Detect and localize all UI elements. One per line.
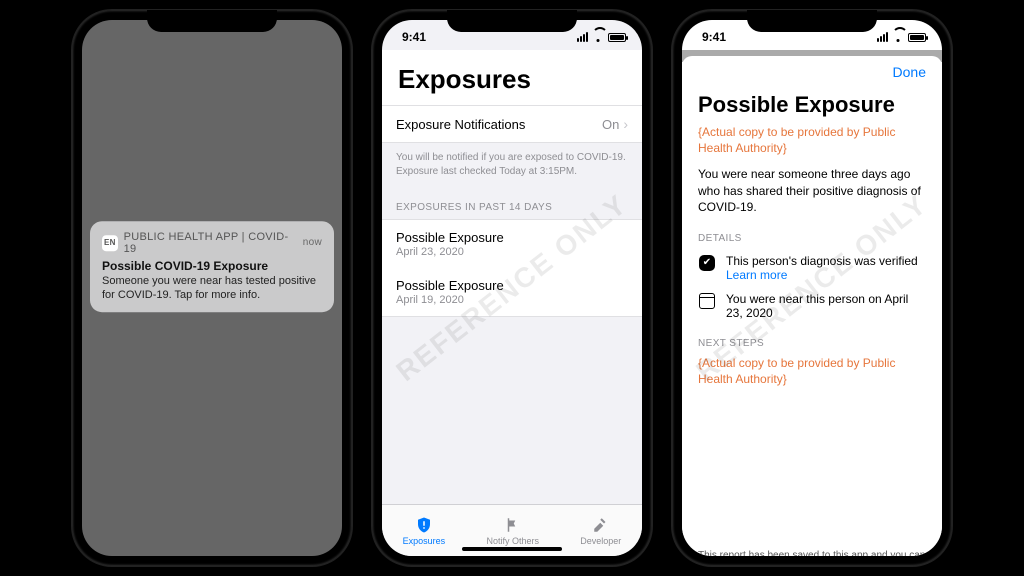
list-item-date: April 23, 2020	[396, 246, 464, 258]
calendar-icon	[699, 293, 715, 309]
detail-date-text: You were near this person on April 23, 2…	[726, 292, 926, 320]
modal-sheet: Done Possible Exposure {Actual copy to b…	[682, 56, 942, 556]
tab-notify-others[interactable]: Notify Others	[486, 516, 539, 546]
saved-note: This report has been saved to this app a…	[698, 537, 926, 556]
detail-verified-text: This person's diagnosis was verified	[726, 254, 918, 268]
exposure-list: Possible Exposure April 23, 2020 Possibl…	[382, 219, 642, 317]
learn-more-link[interactable]: Learn more	[726, 268, 918, 282]
tab-developer[interactable]: Developer	[580, 516, 621, 546]
signal-bars-icon	[577, 32, 588, 42]
list-item-title: Possible Exposure	[396, 278, 504, 293]
placeholder-copy-next: {Actual copy to be provided by Public He…	[698, 355, 926, 387]
shield-alert-icon	[415, 516, 433, 534]
notch	[447, 10, 577, 32]
exposure-list-item[interactable]: Possible Exposure April 19, 2020	[382, 268, 642, 317]
battery-icon	[608, 33, 626, 42]
phone-lockscreen: EN PUBLIC HEALTH APP | COVID-19 now Poss…	[72, 10, 352, 566]
exposure-list-item[interactable]: Possible Exposure April 23, 2020	[382, 219, 642, 269]
wifi-icon	[592, 31, 604, 43]
hammer-icon	[592, 516, 610, 534]
section-header-past-14: EXPOSURES IN PAST 14 DAYS	[382, 186, 642, 219]
notification-timestamp: now	[303, 237, 322, 248]
tab-label: Developer	[580, 536, 621, 546]
section-header-next-steps: NEXT STEPS	[698, 338, 926, 349]
list-item-date: April 19, 2020	[396, 294, 464, 306]
verified-badge-icon: ✔	[699, 255, 715, 271]
signal-bars-icon	[877, 32, 888, 42]
notification-body: Someone you were near has tested positiv…	[102, 274, 322, 303]
notification-app-icon: EN	[102, 235, 118, 251]
detail-body: You were near someone three days ago who…	[698, 166, 926, 215]
chevron-right-icon: ›	[623, 116, 628, 132]
phone-exposures-list: 9:41 Exposures Exposure Notifications On…	[372, 10, 652, 566]
list-item-title: Possible Exposure	[396, 230, 504, 245]
notification-header: EN PUBLIC HEALTH APP | COVID-19 now	[102, 231, 322, 255]
tab-label: Exposures	[403, 536, 446, 546]
done-button[interactable]: Done	[893, 64, 926, 80]
notch	[747, 10, 877, 32]
detail-date-row: You were near this person on April 23, 2…	[698, 292, 926, 320]
battery-icon	[908, 33, 926, 42]
notification-title: Possible COVID-19 Exposure	[102, 259, 322, 273]
page-title: Exposures	[382, 50, 642, 105]
detail-title: Possible Exposure	[698, 92, 926, 118]
exposure-detail-screen: 9:41 Done Possible Exposure {Actual copy…	[682, 20, 942, 556]
lock-screen: EN PUBLIC HEALTH APP | COVID-19 now Poss…	[82, 20, 342, 556]
row-value: On ›	[602, 116, 628, 132]
tab-exposures[interactable]: Exposures	[403, 516, 446, 546]
wifi-icon	[892, 31, 904, 43]
flag-icon	[504, 516, 522, 534]
section-header-details: DETAILS	[698, 233, 926, 244]
push-notification[interactable]: EN PUBLIC HEALTH APP | COVID-19 now Poss…	[90, 221, 334, 313]
status-time: 9:41	[402, 30, 426, 44]
exposure-notifications-row[interactable]: Exposure Notifications On ›	[382, 105, 642, 143]
row-value-text: On	[602, 117, 619, 132]
placeholder-copy-top: {Actual copy to be provided by Public He…	[698, 124, 926, 156]
notch	[147, 10, 277, 32]
detail-verified-row: ✔ This person's diagnosis was verified L…	[698, 254, 926, 282]
exposures-screen: 9:41 Exposures Exposure Notifications On…	[382, 20, 642, 556]
phone-exposure-detail: 9:41 Done Possible Exposure {Actual copy…	[672, 10, 952, 566]
notification-app-name: PUBLIC HEALTH APP | COVID-19	[124, 231, 297, 255]
notification-explainer: You will be notified if you are exposed …	[382, 143, 642, 186]
tab-label: Notify Others	[486, 536, 539, 546]
row-label: Exposure Notifications	[396, 117, 525, 132]
home-indicator	[462, 547, 562, 551]
status-time: 9:41	[702, 30, 726, 44]
